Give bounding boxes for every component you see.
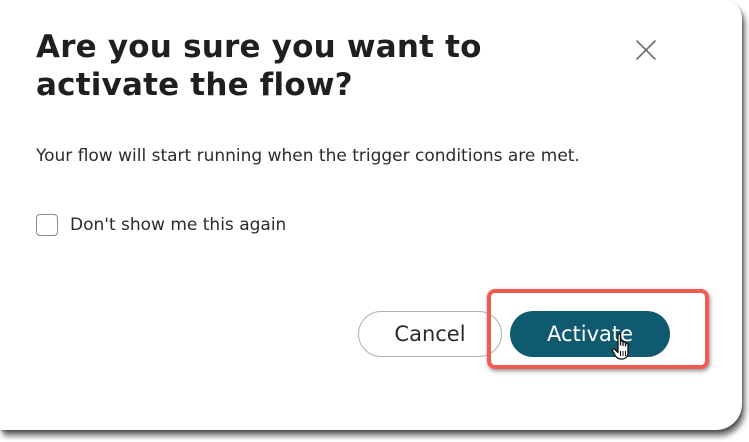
dont-show-again-label[interactable]: Don't show me this again: [70, 215, 286, 235]
activate-button[interactable]: Activate: [510, 311, 670, 357]
dont-show-again-row[interactable]: Don't show me this again: [36, 212, 286, 238]
activate-flow-dialog: Are you sure you want to activate the fl…: [0, 0, 742, 430]
close-button[interactable]: [632, 36, 660, 64]
dialog-message: Your flow will start running when the tr…: [36, 146, 580, 166]
dont-show-again-checkbox[interactable]: [36, 214, 58, 236]
hand-pointer-icon: [611, 332, 635, 362]
dialog-title: Are you sure you want to activate the fl…: [36, 29, 482, 103]
cancel-button[interactable]: Cancel: [358, 311, 502, 357]
close-icon: [636, 40, 656, 60]
